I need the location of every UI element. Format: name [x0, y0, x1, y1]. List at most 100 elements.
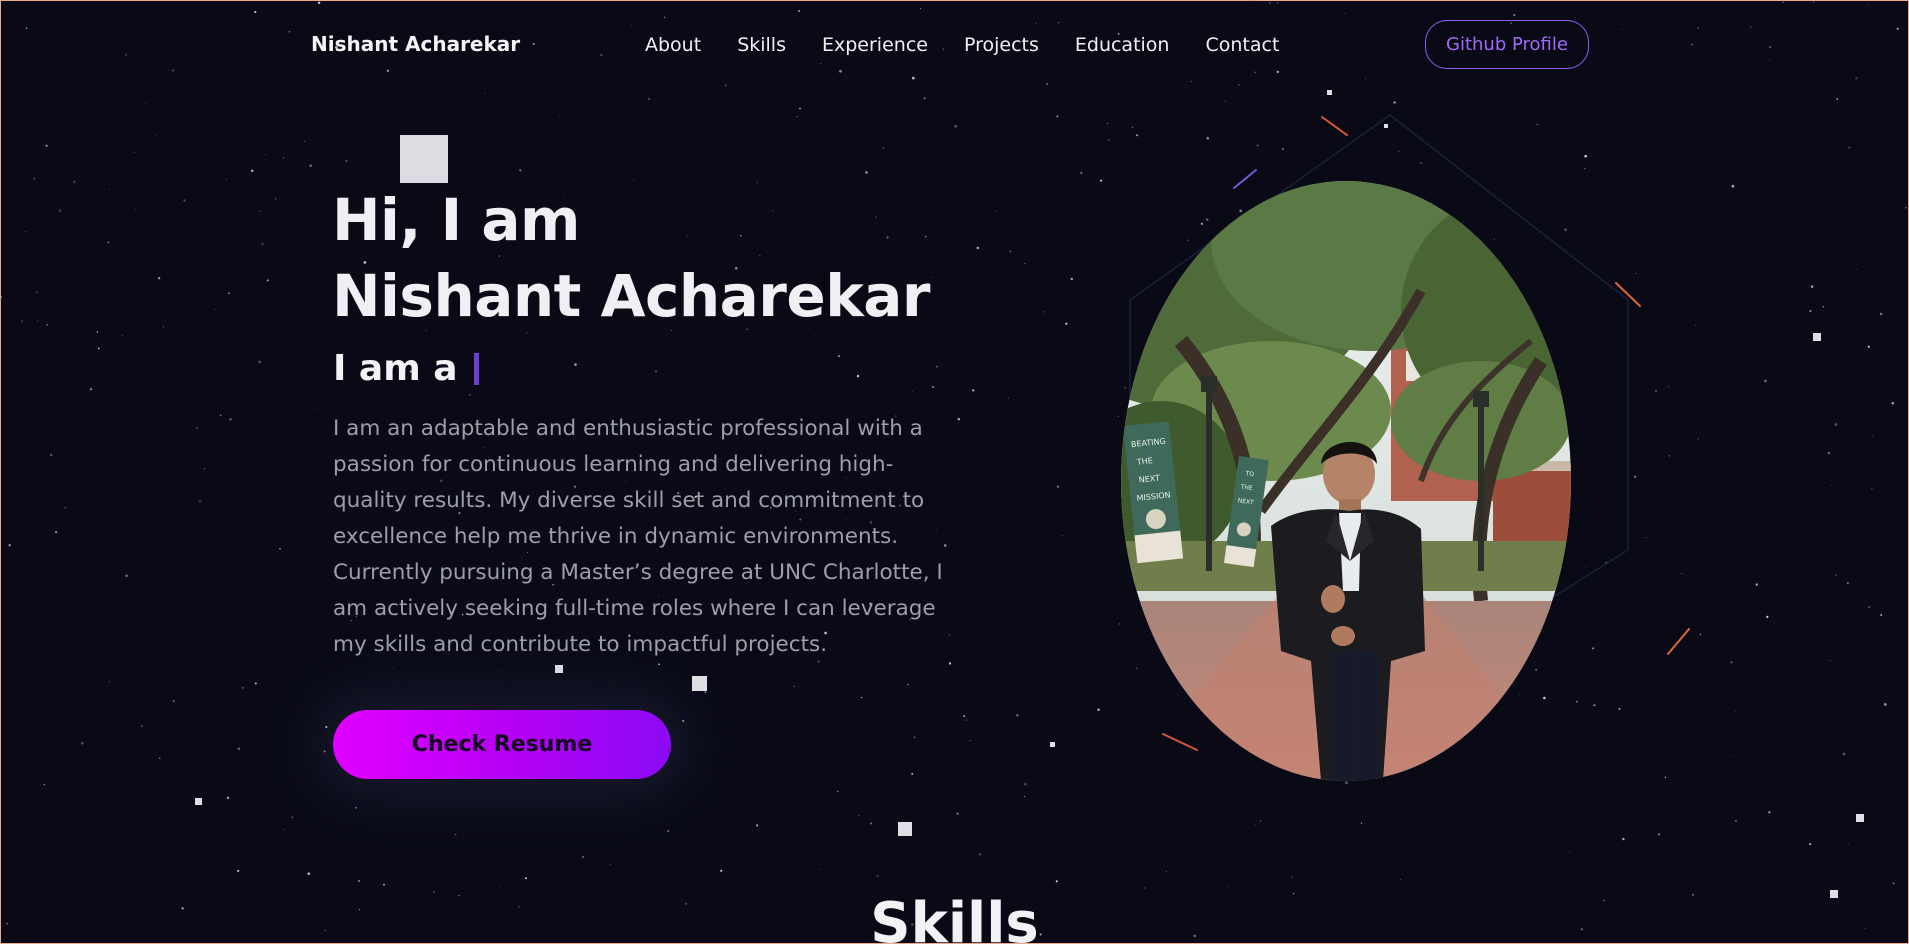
nav-link-skills[interactable]: Skills: [737, 34, 786, 56]
decorative-square-small: [1384, 124, 1388, 128]
star: [1080, 171, 1083, 175]
star: [1248, 6, 1250, 8]
star: [1106, 122, 1109, 125]
star: [1879, 312, 1883, 316]
star: [558, 116, 560, 118]
star: [1007, 397, 1009, 399]
star: [836, 790, 839, 793]
star: [499, 886, 501, 888]
brand-logo[interactable]: Nishant Acharekar: [311, 32, 520, 56]
star: [682, 719, 685, 723]
star: [258, 360, 261, 364]
star: [1658, 833, 1661, 836]
star: [265, 153, 267, 155]
star: [1880, 614, 1883, 616]
star: [183, 199, 186, 202]
star: [157, 277, 161, 280]
nav-link-about[interactable]: About: [645, 34, 701, 56]
star: [1569, 851, 1570, 853]
star: [162, 326, 164, 328]
star: [274, 198, 277, 200]
star: [35, 291, 38, 294]
star: [108, 189, 110, 190]
star: [13, 182, 15, 184]
star: [1622, 837, 1625, 841]
star: [325, 725, 328, 729]
star: [134, 152, 136, 153]
star: [140, 724, 143, 728]
star: [658, 663, 661, 666]
decorative-square-small: [1050, 742, 1055, 747]
star: [870, 822, 872, 825]
star: [386, 69, 390, 73]
star: [469, 394, 471, 396]
star: [25, 231, 27, 233]
star: [1768, 811, 1771, 814]
star: [283, 828, 285, 830]
star: [46, 323, 49, 326]
star: [1769, 46, 1771, 49]
star: [647, 97, 651, 100]
star: [1891, 401, 1895, 405]
star: [0, 459, 2, 461]
star: [912, 76, 915, 80]
star: [1108, 139, 1110, 141]
star: [1564, 228, 1567, 232]
star: [954, 124, 957, 128]
star: [1061, 534, 1063, 536]
star: [1118, 623, 1121, 625]
star: [1117, 416, 1119, 417]
star: [145, 102, 146, 104]
star: [1834, 423, 1838, 426]
star: [309, 164, 312, 167]
star: [266, 279, 269, 282]
star: [1868, 4, 1870, 6]
nav-link-projects[interactable]: Projects: [964, 34, 1039, 56]
star: [225, 178, 228, 181]
star: [203, 467, 206, 470]
nav-link-experience[interactable]: Experience: [822, 34, 928, 56]
star: [1842, 752, 1846, 756]
star: [1224, 100, 1226, 102]
star: [1182, 93, 1184, 95]
star: [1227, 886, 1229, 887]
star: [383, 883, 385, 886]
star: [574, 363, 577, 366]
star: [433, 891, 435, 893]
star: [956, 812, 959, 816]
star: [1344, 13, 1346, 15]
star: [357, 879, 360, 883]
star: [1360, 822, 1363, 824]
star: [1905, 206, 1907, 209]
shooting-star: [1233, 169, 1257, 189]
star: [663, 16, 666, 18]
star: [865, 171, 868, 174]
star: [21, 320, 24, 323]
decorative-square-small: [692, 676, 707, 691]
github-profile-button[interactable]: Github Profile: [1425, 20, 1589, 69]
star: [25, 27, 28, 29]
check-resume-button[interactable]: Check Resume: [333, 710, 671, 779]
star: [1855, 309, 1857, 311]
star: [108, 681, 110, 683]
star: [936, 365, 938, 368]
star: [1055, 880, 1058, 883]
star: [146, 831, 148, 833]
star: [882, 146, 885, 149]
star: [1896, 27, 1899, 30]
star: [1868, 606, 1870, 608]
hero-typing-subtitle: I am a: [333, 348, 479, 389]
star: [1276, 2, 1278, 4]
nav-link-education[interactable]: Education: [1075, 34, 1170, 56]
star: [261, 242, 264, 245]
star: [923, 97, 926, 100]
star: [1872, 435, 1874, 437]
star: [1699, 633, 1702, 636]
star: [1009, 250, 1012, 253]
star: [1419, 162, 1422, 165]
banner-left-line-2: THE: [1135, 456, 1153, 467]
nav-link-contact[interactable]: Contact: [1205, 34, 1279, 56]
star: [1035, 22, 1037, 24]
star: [1697, 438, 1700, 440]
star: [920, 8, 921, 10]
